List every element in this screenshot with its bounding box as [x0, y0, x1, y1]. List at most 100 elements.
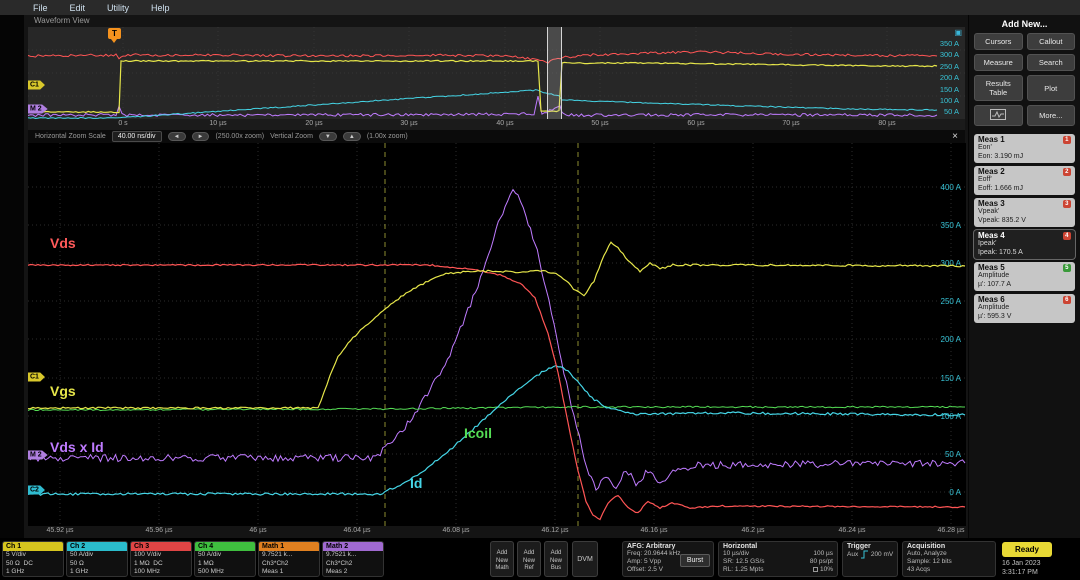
- trigger-panel[interactable]: Trigger Aux 200 mV: [842, 541, 898, 577]
- vgs-trace[interactable]: [28, 242, 965, 409]
- badge-line: 50 Ω: [67, 560, 127, 569]
- menu-edit[interactable]: Edit: [59, 3, 97, 13]
- screen-icon: [990, 109, 1006, 120]
- h-position: 10%: [820, 566, 833, 573]
- date-time: 16 Jan 2023 3:31:17 PM: [1002, 560, 1041, 577]
- vds-x-id-trace[interactable]: [28, 190, 965, 491]
- meas-value: Amplitude: [978, 272, 1071, 281]
- add-new-ref-button[interactable]: AddNewRef: [517, 541, 541, 577]
- amp-label: 150 A: [941, 374, 962, 383]
- vds-trace[interactable]: [28, 264, 965, 519]
- meas-value: Vpeak': [978, 208, 1071, 217]
- add-new-bus-button[interactable]: AddNewBus: [544, 541, 568, 577]
- afg-amp: Amp: 5 Vpp: [627, 558, 683, 566]
- main-time-label: 46.16 µs: [641, 527, 668, 534]
- meas-badge-5[interactable]: Meas 55Amplitudeµ': 107.7 A: [974, 262, 1075, 291]
- window-title: Waveform View: [34, 16, 90, 25]
- time-label: 3:31:17 PM: [1002, 569, 1041, 578]
- v-zoom-down-button[interactable]: ▼: [319, 132, 337, 141]
- meas-source-chip: 2: [1063, 168, 1071, 176]
- meas-badge-4[interactable]: Meas 44Ipeak'Ipeak: 170.5 A: [974, 230, 1075, 259]
- results-table-button[interactable]: Results Table: [974, 75, 1023, 101]
- badge-ch-1[interactable]: Ch 15 V/div50 Ω DC1 GHz: [2, 541, 64, 577]
- overview-amp-label: 350 A: [940, 39, 959, 48]
- meas-badge-2[interactable]: Meas 22Eoff'Eoff: 1.666 mJ: [974, 166, 1075, 195]
- meas-badge-1[interactable]: Meas 11Eon'Eon: 3.190 mJ: [974, 134, 1075, 163]
- menu-utility[interactable]: Utility: [96, 3, 140, 13]
- badge-line: 1 MΩ DC: [131, 560, 191, 569]
- callout-button[interactable]: Callout: [1027, 33, 1076, 50]
- overview-time-label: 10 µs: [209, 120, 226, 127]
- main-time-label: 45.96 µs: [146, 527, 173, 534]
- meas-badge-6[interactable]: Meas 66Amplitudeµ': 595.3 V: [974, 294, 1075, 323]
- overview-time-label: 0 s: [118, 120, 127, 127]
- burst-button[interactable]: Burst: [680, 554, 710, 567]
- oscilloscope-screen: FileEditUtilityHelp Waveform View 350 A 3…: [0, 0, 1080, 580]
- measure-button[interactable]: Measure: [974, 54, 1023, 71]
- acquisition-sample: Sample: 12 bits: [907, 558, 991, 566]
- main-plot[interactable]: 400 A350 A300 A250 A200 A150 A100 A50 A0…: [28, 143, 966, 526]
- main-time-label: 46.24 µs: [839, 527, 866, 534]
- trigger-source: Aux: [847, 551, 858, 558]
- h-zoom-right-button[interactable]: ►: [192, 132, 210, 141]
- v-zoom-up-button[interactable]: ▲: [343, 132, 361, 141]
- overview-tools-icon[interactable]: ▣: [954, 28, 962, 37]
- badge-line: 50 A/div: [195, 551, 255, 560]
- acquisition-panel[interactable]: Acquisition Auto, Analyze Sample: 12 bit…: [902, 541, 996, 577]
- h-scale: 10 µs/div: [723, 550, 749, 558]
- amp-label: 0 A: [949, 488, 961, 497]
- cursors-button[interactable]: Cursors: [974, 33, 1023, 50]
- overview-amp-label: 200 A: [940, 73, 959, 82]
- badge-math-2[interactable]: Math 29.7521 k...Ch3*Ch2Meas 2: [322, 541, 384, 577]
- meas-badge-3[interactable]: Meas 33Vpeak'Vpeak: 835.2 V: [974, 198, 1075, 227]
- amp-label: 250 A: [941, 297, 962, 306]
- main-time-label: 46.04 µs: [344, 527, 371, 534]
- meas-title: Meas 1: [978, 135, 1005, 144]
- waveform-overview[interactable]: 350 A300 A250 A200 A150 A100 A50 A T ▣ C…: [28, 27, 965, 119]
- badge-math-1[interactable]: Math 19.7521 k...Ch3*Ch2Meas 1: [258, 541, 320, 577]
- trigger-marker[interactable]: T: [108, 28, 121, 39]
- h-zoom-left-button[interactable]: ◄: [168, 132, 186, 141]
- meas-title: Meas 5: [978, 263, 1005, 272]
- badge-line: 1 GHz: [67, 568, 127, 577]
- meas-value: Eon': [978, 144, 1071, 153]
- horizontal-panel[interactable]: Horizontal 10 µs/div100 µs SR: 12.5 GS/s…: [718, 541, 838, 577]
- meas-value: Vpeak: 835.2 V: [978, 217, 1071, 226]
- badge-line: Ch3*Ch2: [323, 560, 383, 569]
- acquisition-mode: Auto, Analyze: [907, 550, 991, 558]
- meas-value: µ': 595.3 V: [978, 313, 1071, 322]
- menu-bar: FileEditUtilityHelp: [0, 0, 1080, 15]
- dvm-button[interactable]: DVM: [572, 541, 598, 577]
- right-panel: Add New... Cursors Callout Measure Searc…: [969, 15, 1080, 538]
- zoom-window-indicator[interactable]: [547, 27, 562, 119]
- overview-time-label: 80 µs: [878, 120, 895, 127]
- overview-plot[interactable]: 350 A300 A250 A200 A150 A100 A50 A: [28, 27, 965, 119]
- more-button[interactable]: More...: [1027, 105, 1076, 126]
- overview-time-label: 60 µs: [687, 120, 704, 127]
- meas-source-chip: 4: [1063, 232, 1071, 240]
- position-indicator-icon: [813, 567, 818, 572]
- plot-button[interactable]: Plot: [1027, 75, 1076, 101]
- overview-amp-label: 100 A: [940, 96, 959, 105]
- menu-help[interactable]: Help: [140, 3, 181, 13]
- afg-panel[interactable]: AFG: Arbitrary Freq: 20.9644 kHz Amp: 5 …: [622, 541, 714, 577]
- badge-ch-2[interactable]: Ch 250 A/div50 Ω1 GHz: [66, 541, 128, 577]
- menu-file[interactable]: File: [22, 3, 59, 13]
- search-button[interactable]: Search: [1027, 54, 1076, 71]
- add-new-math-button[interactable]: AddNewMath: [490, 541, 514, 577]
- trace-label-vds: Vds: [50, 235, 76, 251]
- id-trace[interactable]: [28, 366, 965, 496]
- badge-line: 9.7521 k...: [259, 551, 319, 560]
- close-zoom-icon[interactable]: ×: [952, 131, 958, 142]
- zoom-scale-input[interactable]: 40.00 ns/div: [112, 131, 162, 142]
- h-recordlength: RL: 1.25 Mpts: [723, 566, 763, 574]
- main-waveform-view[interactable]: 400 A350 A300 A250 A200 A150 A100 A50 A0…: [28, 143, 966, 526]
- vertical-zoom-title: Vertical Zoom: [270, 133, 313, 140]
- vgs-trace[interactable]: [28, 60, 937, 112]
- m2-power-trace[interactable]: [28, 96, 937, 116]
- add-screen-button[interactable]: [974, 105, 1023, 126]
- overview-amp-label: 250 A: [940, 62, 959, 71]
- meas-value: Ipeak': [978, 240, 1071, 249]
- badge-ch-3[interactable]: Ch 3100 V/div1 MΩ DC100 MHz: [130, 541, 192, 577]
- badge-ch-4[interactable]: Ch 450 A/div1 MΩ500 MHz: [194, 541, 256, 577]
